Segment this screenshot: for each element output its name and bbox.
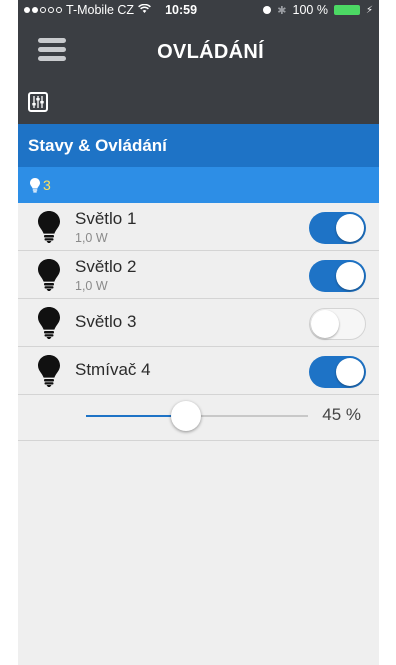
hamburger-menu-icon[interactable]	[38, 38, 66, 64]
bulb-count: 3	[43, 177, 51, 193]
device-power: 1,0 W	[75, 231, 108, 245]
bulb-count-bar: 3	[18, 167, 379, 203]
charging-icon: ⚡	[365, 4, 373, 16]
lightbulb-icon	[38, 259, 60, 291]
device-list: Světlo 1 1,0 W Světlo 2 1,0 W Světlo 3 S…	[18, 203, 379, 441]
dimmer-slider-row: 45 %	[18, 395, 379, 441]
device-name: Stmívač 4	[75, 360, 151, 379]
device-row-svetlo-3: Světlo 3	[18, 299, 379, 347]
toggle-svetlo-2[interactable]	[309, 260, 366, 292]
toolbar	[18, 84, 379, 124]
carrier-name: T-Mobile CZ	[66, 3, 135, 17]
section-title: Stavy & Ovládání	[18, 124, 379, 167]
device-power: 1,0 W	[75, 279, 108, 293]
dimmer-value: 45 %	[322, 405, 361, 424]
toggle-svetlo-1[interactable]	[309, 212, 366, 244]
toggle-stmivac-4[interactable]	[309, 356, 366, 388]
clock: 10:59	[165, 3, 198, 17]
phone: T-Mobile CZ 10:59 ✱ 100 % ⚡ OVLÁDÁNÍ Sta…	[0, 0, 396, 665]
lightbulb-icon	[38, 211, 60, 243]
mixer-controls-icon[interactable]	[28, 92, 48, 112]
signal-strength-icon	[24, 7, 62, 13]
device-row-svetlo-2: Světlo 2 1,0 W	[18, 251, 379, 299]
device-name: Světlo 1	[75, 209, 137, 228]
wifi-icon	[138, 3, 151, 17]
app-screen: T-Mobile CZ 10:59 ✱ 100 % ⚡ OVLÁDÁNÍ Sta…	[18, 0, 379, 665]
bluetooth-icon: ✱	[277, 4, 287, 17]
device-row-stmivac-4: Stmívač 4	[18, 347, 379, 395]
lightbulb-icon	[38, 355, 60, 387]
device-name: Světlo 2	[75, 257, 137, 276]
device-row-svetlo-1: Světlo 1 1,0 W	[18, 203, 379, 251]
lightbulb-icon	[30, 177, 40, 192]
lightbulb-icon	[38, 307, 60, 339]
battery-icon	[333, 5, 360, 15]
dimmer-slider[interactable]	[86, 401, 308, 431]
alarm-icon	[263, 6, 272, 14]
status-bar: T-Mobile CZ 10:59 ✱ 100 % ⚡	[18, 0, 379, 20]
app-header: OVLÁDÁNÍ	[18, 20, 379, 84]
toggle-svetlo-3[interactable]	[309, 308, 366, 340]
page-title: OVLÁDÁNÍ	[157, 41, 264, 63]
battery-percent: 100 %	[292, 3, 328, 17]
slider-thumb[interactable]	[170, 401, 201, 431]
device-name: Světlo 3	[75, 312, 137, 331]
